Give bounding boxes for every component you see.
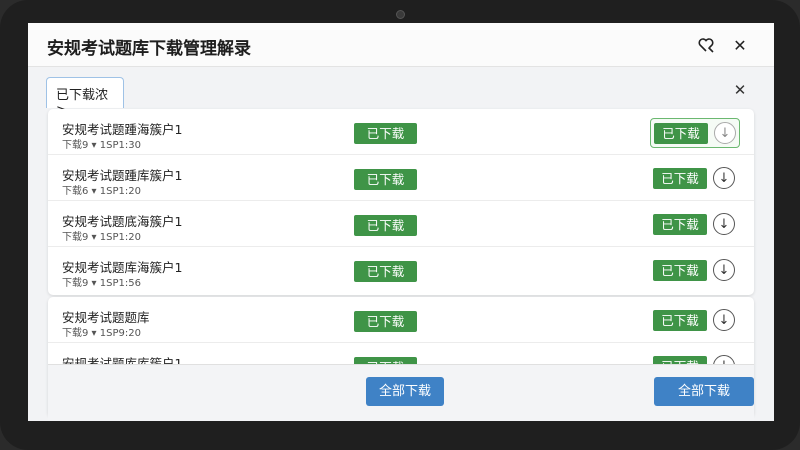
downloaded-button[interactable]: 已下载 [653,168,707,189]
tab-bar: 已下载浓 > ✕ [28,67,774,118]
downloaded-button[interactable]: 已下载 [653,214,707,235]
action-group: 已下载 ↓ [650,256,740,286]
title-bar: 安规考试题库下载管理解录 ✕ [28,23,774,67]
status-badge: 已下载 [354,123,417,144]
downloaded-button[interactable]: 已下载 [653,260,707,281]
camera [396,10,405,19]
download-list: 安规考试题踵海簇户1 下载9 ▾ 1SP1:30 已下载 已下载 ↓ 安规考试题… [48,109,754,295]
item-meta: 下载9 ▾ 1SP1:20 [62,232,141,243]
status-badge: 已下载 [354,215,417,236]
download-icon[interactable]: ↓ [714,122,736,144]
downloaded-button[interactable]: 已下载 [653,310,707,331]
list-item: 安规考试题底海簇户1 下载9 ▾ 1SP1:20 已下载 已下载 ↓ [48,201,754,247]
download-icon[interactable]: ↓ [713,213,735,235]
download-all-button[interactable]: 全部下载 [366,377,444,406]
status-badge: 已下载 [354,311,417,332]
item-meta: 下载9 ▾ 1SP1:56 [62,278,141,289]
download-icon[interactable]: ↓ [713,259,735,281]
status-badge: 已下载 [354,169,417,190]
list-item: 安规考试题踵库簇户1 下载6 ▾ 1SP1:20 已下载 已下载 ↓ [48,155,754,201]
heart-search-icon[interactable] [696,35,716,55]
close-icon[interactable]: ✕ [730,35,750,55]
download-all-button-primary[interactable]: 全部下载 [654,377,754,406]
list-item: 安规考试题踵海簇户1 下载9 ▾ 1SP1:30 已下载 已下载 ↓ [48,109,754,155]
action-group: 已下载 ↓ [650,118,740,148]
tab-downloaded[interactable]: 已下载浓 > [46,77,124,118]
item-meta: 下载6 ▾ 1SP1:20 [62,186,141,197]
tablet-frame: 安规考试题库下载管理解录 ✕ 已下载浓 > ✕ 安规考试题踵海簇户1 下载9 ▾… [0,0,800,450]
app-window: 安规考试题库下载管理解录 ✕ 已下载浓 > ✕ 安规考试题踵海簇户1 下载9 ▾… [28,23,774,421]
list-item: 安规考试题库海簇户1 下载9 ▾ 1SP1:56 已下载 已下载 ↓ [48,247,754,293]
window-title: 安规考试题库下载管理解录 [47,39,251,59]
download-icon[interactable]: ↓ [713,167,735,189]
downloaded-button[interactable]: 已下载 [654,123,708,144]
action-group: 已下载 ↓ [650,164,740,194]
item-meta: 下载9 ▾ 1SP1:30 [62,140,141,151]
list-item: 安规考试题题库 下载9 ▾ 1SP9:20 已下载 已下载 ↓ [48,297,754,343]
footer-bar: 全部下载 全部下载 [48,364,754,421]
action-group: 已下载 ↓ [650,210,740,240]
status-badge: 已下载 [354,261,417,282]
download-icon[interactable]: ↓ [713,309,735,331]
close-icon[interactable]: ✕ [731,81,749,99]
action-group: 已下载 ↓ [650,306,740,336]
item-meta: 下载9 ▾ 1SP9:20 [62,328,141,339]
